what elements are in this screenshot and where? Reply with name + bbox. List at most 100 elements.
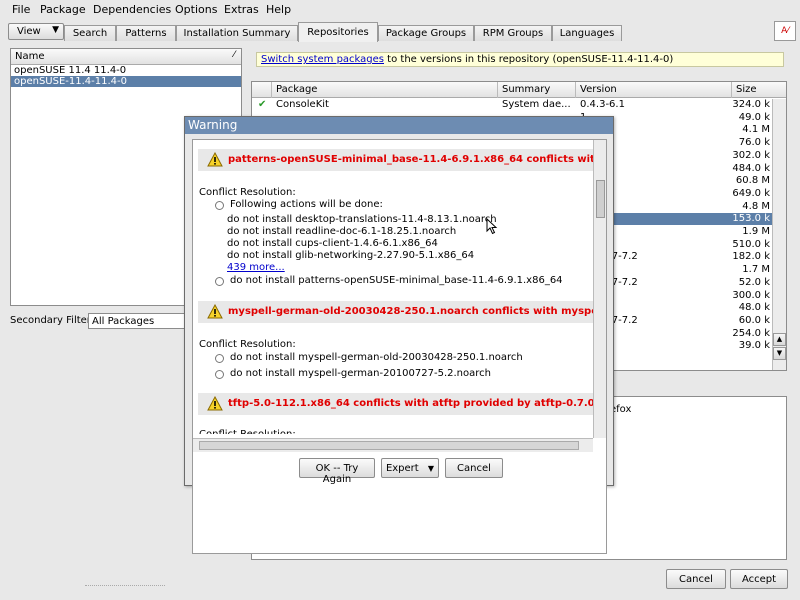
view-label: View [17, 26, 41, 37]
warning-dialog: Warning patterns-openSUSE-minimal_base-1… [184, 116, 614, 554]
resolution-option-label: do not install myspell-german-20100727-5… [230, 368, 491, 379]
expert-button[interactable]: Expert ▼ [381, 458, 439, 478]
resolution-option-label: Following actions will be done: [230, 199, 383, 210]
help-icon[interactable]: A⁄ [774, 21, 796, 41]
menu-dependencies[interactable]: Dependencies [93, 3, 171, 16]
column-version[interactable]: Version [576, 82, 732, 98]
cell-size: 48.0 k [738, 302, 770, 314]
cell-size: 1.7 M [742, 264, 770, 276]
tab-rpm-groups[interactable]: RPM Groups [474, 25, 552, 41]
column-summary[interactable]: Summary [498, 82, 576, 98]
menubar: File Package Dependencies Options Extras… [0, 0, 800, 20]
scroll-down-icon[interactable]: ▼ [773, 347, 786, 360]
scroll-thumb[interactable] [199, 441, 579, 450]
cell-size: 649.0 k [732, 187, 770, 199]
cell-size: 4.1 M [742, 124, 770, 136]
cancel-button[interactable]: Cancel [666, 569, 726, 589]
conflict-resolution-label: Conflict Resolution: [199, 187, 296, 198]
cell-size: 324.0 k [732, 99, 770, 110]
secondary-filter-label: Secondary Filter [10, 315, 91, 326]
accept-button[interactable]: Accept [730, 569, 788, 589]
conflict-resolution-label: Conflict Resolution: [199, 339, 296, 350]
sort-icon: ⁄ [233, 50, 235, 60]
conflicts-scroll-area: patterns-openSUSE-minimal_base-11.4-6.9.… [192, 139, 607, 554]
conflict-header: patterns-openSUSE-minimal_base-11.4-6.9.… [198, 149, 598, 171]
resolution-radio[interactable] [215, 277, 224, 286]
cell-size: 60.8 M [735, 175, 770, 187]
action-item: do not install glib-networking-2.27.90-5… [227, 250, 475, 261]
scroll-thumb[interactable] [596, 180, 605, 218]
action-item: do not install cups-client-1.4.6-6.1.x86… [227, 238, 438, 249]
menu-package[interactable]: Package [40, 3, 86, 16]
cell-size: 300.0 k [732, 289, 770, 301]
installed-check-icon[interactable]: ✔ [258, 99, 266, 111]
warning-icon [207, 304, 223, 319]
menu-options[interactable]: Options [175, 3, 217, 16]
action-item: do not install desktop-translations-11.4… [227, 214, 497, 225]
warning-icon [207, 396, 223, 411]
chevron-down-icon: ▼ [52, 25, 59, 35]
list-item[interactable]: openSUSE 11.4 11.4-0 [11, 65, 241, 76]
resolution-option-label: do not install patterns-openSUSE-minimal… [230, 275, 563, 286]
cell-size: 76.0 k [738, 137, 770, 149]
column-name-label: Name [15, 51, 45, 62]
scroll-up-icon[interactable]: ▲ [773, 333, 786, 346]
tab-repositories[interactable]: Repositories [298, 22, 378, 42]
resolution-option-label: do not install myspell-german-old-200304… [230, 352, 523, 363]
conflict-title: tftp-5.0-112.1.x86_64 conflicts with atf… [228, 398, 598, 409]
notice-text: to the versions in this repository (open… [384, 54, 674, 65]
cell-size: 182.0 k [732, 251, 770, 263]
repository-list-header[interactable]: Name ⁄ [11, 49, 241, 65]
package-table-scrollbar[interactable]: ▲ ▼ [772, 99, 786, 370]
switch-system-packages-link[interactable]: Switch system packages [261, 54, 384, 65]
tab-bar: View ▼ Search Patterns Installation Summ… [0, 21, 800, 42]
ok-try-again-button[interactable]: OK -- Try Again [299, 458, 375, 485]
column-size[interactable]: Size [732, 82, 786, 98]
expert-label: Expert [385, 463, 419, 474]
cell-size: 52.0 k [738, 276, 770, 288]
tab-search[interactable]: Search [64, 25, 116, 41]
cell-size: 510.0 k [732, 238, 770, 250]
view-dropdown[interactable]: View ▼ [8, 23, 64, 40]
conflict-header: myspell-german-old-20030428-250.1.noarch… [198, 301, 598, 323]
conflict-resolution-label: Conflict Resolution: [199, 429, 296, 434]
conflict-title: myspell-german-old-20030428-250.1.noarch… [228, 306, 598, 317]
resolution-radio[interactable] [215, 201, 224, 210]
cell-size: 49.0 k [738, 111, 770, 123]
list-item-selected[interactable]: openSUSE-11.4-11.4-0 [11, 76, 241, 87]
chevron-down-icon: ▼ [427, 464, 435, 473]
cell-summary: System dae... [502, 99, 571, 110]
dialog-title: Warning [185, 117, 613, 134]
dialog-cancel-button[interactable]: Cancel [445, 458, 503, 478]
resolution-radio[interactable] [215, 370, 224, 379]
tab-patterns[interactable]: Patterns [116, 25, 176, 41]
table-row[interactable]: ✔ ConsoleKit System dae... 0.4.3-6.1 324.0 k [252, 99, 772, 111]
tab-installation-summary[interactable]: Installation Summary [176, 25, 298, 41]
mouse-cursor-icon [486, 218, 498, 235]
conflict-header: tftp-5.0-112.1.x86_64 conflicts with atf… [198, 393, 598, 415]
cell-size: 4.8 M [742, 200, 770, 212]
tab-languages[interactable]: Languages [552, 25, 622, 41]
warning-icon [207, 152, 223, 167]
cell-size: 39.0 k [738, 340, 770, 352]
tab-package-groups[interactable]: Package Groups [378, 25, 474, 41]
column-package[interactable]: Package [272, 82, 498, 98]
cell-package: ConsoleKit [276, 99, 329, 110]
dialog-horizontal-scrollbar[interactable] [193, 438, 593, 452]
resize-grip[interactable] [85, 585, 165, 588]
switch-notice: Switch system packages to the versions i… [256, 52, 784, 67]
cell-version: 0.4.3-6.1 [580, 99, 625, 110]
status-column-header[interactable] [252, 82, 272, 98]
resolution-radio[interactable] [215, 354, 224, 363]
cell-size: 153.0 k [732, 213, 770, 225]
action-item: do not install readline-doc-6.1-18.25.1.… [227, 226, 457, 237]
cell-size: 60.0 k [738, 314, 770, 326]
menu-file[interactable]: File [12, 3, 30, 16]
menu-help[interactable]: Help [266, 3, 291, 16]
cell-size: 254.0 k [732, 327, 770, 339]
more-actions-link[interactable]: 439 more... [227, 262, 285, 273]
cell-size: 302.0 k [732, 149, 770, 161]
dialog-vertical-scrollbar[interactable] [593, 140, 606, 438]
conflict-title: patterns-openSUSE-minimal_base-11.4-6.9.… [228, 154, 598, 165]
menu-extras[interactable]: Extras [224, 3, 259, 16]
